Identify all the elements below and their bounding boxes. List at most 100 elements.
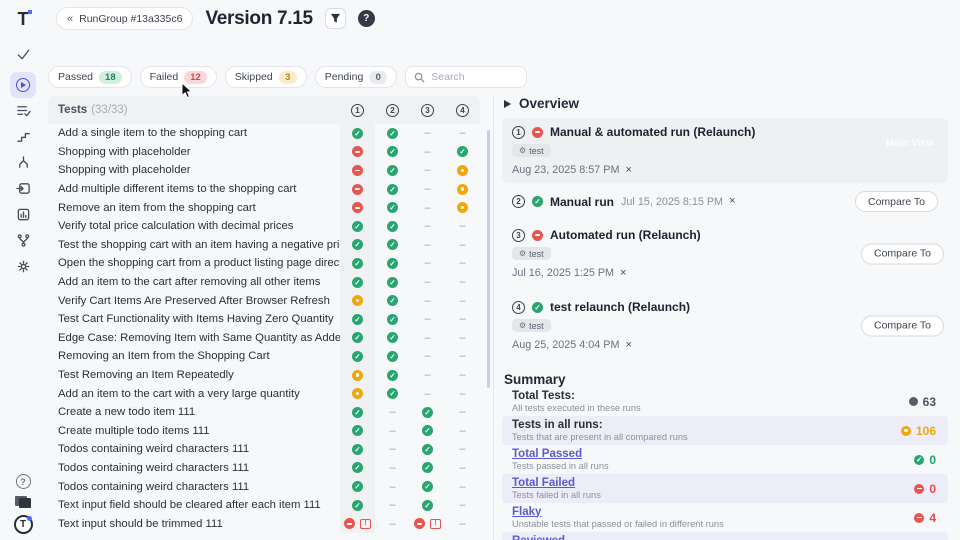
table-row[interactable]: Verify total price calculation with deci… [48,217,480,236]
table-row[interactable]: Text input field should be cleared after… [48,496,480,515]
column-header-run-1[interactable]: 1 [340,104,375,117]
run-item[interactable]: 4test relaunch (Relaunch)⚙testAug 25, 20… [502,293,948,358]
back-to-rungroup-button[interactable]: « RunGroup #13a335c6 [56,7,193,30]
status-passed-icon [352,239,363,250]
sidebar-item-pulse[interactable] [10,128,36,150]
table-row[interactable]: Todos containing weird characters 111 [48,477,480,496]
compare-to-button[interactable]: Compare To [861,315,944,336]
compare-to-button[interactable]: Compare To [855,191,938,212]
status-cell [445,217,480,236]
run-tag[interactable]: ⚙test [512,319,551,332]
status-none-dash [424,295,430,307]
status-passed-icon [387,221,398,232]
table-row[interactable]: Remove an item from the shopping cart [48,198,480,217]
table-row[interactable]: Open the shopping cart from a product li… [48,254,480,273]
column-header-run-2[interactable]: 2 [375,104,410,117]
remove-run-icon[interactable]: × [625,165,631,176]
filter-chip-failed[interactable]: Failed12 [140,66,217,88]
summary-link[interactable]: Total Failed [512,477,601,490]
table-row[interactable]: Text input should be trimmed 111 [48,514,480,533]
folder-icon[interactable] [15,496,31,508]
summary-link[interactable]: Flaky [512,506,724,519]
error-comment-icon[interactable] [360,519,371,529]
status-cell [445,273,480,292]
status-passed-icon [387,332,398,343]
overview-header[interactable]: Overview [502,96,948,111]
sidebar-item-branches[interactable] [10,232,36,254]
circled-number: 4 [456,104,469,117]
help-button[interactable]: ? [358,10,375,27]
error-comment-icon[interactable] [430,519,441,529]
table-row[interactable]: Edge Case: Removing Item with Same Quant… [48,329,480,348]
sidebar-item-reports[interactable] [10,206,36,228]
summary-row-left: Tests in all runs:Tests that are present… [512,419,688,443]
table-row[interactable]: Test Cart Functionality with Items Havin… [48,310,480,329]
run-item[interactable]: 3Automated run (Relaunch)⚙testJul 16, 20… [502,221,948,286]
panel-scrollbar[interactable] [487,130,490,388]
sidebar-item-imports[interactable] [10,180,36,202]
avatar[interactable]: T [14,515,33,534]
run-tag[interactable]: ⚙test [512,144,551,157]
filter-button[interactable] [325,8,346,29]
status-none-dash [389,481,395,493]
table-row[interactable]: Verify Cart Items Are Preserved After Br… [48,291,480,310]
summary-link[interactable]: Reviewed [512,535,683,540]
status-none-dash [459,127,465,139]
summary-count: 106 [916,424,936,438]
summary-label: Tests in all runs: [512,419,688,432]
sidebar-item-runs[interactable] [10,72,36,98]
status-failed-icon [414,518,425,529]
test-name: Create multiple todo items 111 [48,425,340,437]
status-cell [445,198,480,217]
status-cell [375,310,410,329]
table-row[interactable]: Test the shopping cart with an item havi… [48,236,480,255]
app-logo[interactable]: T [18,8,29,30]
table-row[interactable]: Todos containing weird characters 111 [48,440,480,459]
run-item[interactable]: 2Manual runJul 15, 2025 8:15 PM×Compare … [502,189,948,214]
search-input[interactable] [431,71,518,83]
sidebar-item-settings[interactable] [10,258,36,280]
table-row[interactable]: Add multiple different items to the shop… [48,180,480,199]
help-icon[interactable]: ? [16,474,31,489]
status-cell [410,422,445,441]
run-item[interactable]: 1Manual & automated run (Relaunch)⚙testA… [502,118,948,183]
remove-run-icon[interactable]: × [729,196,735,207]
table-row[interactable]: Add an item to the cart with a very larg… [48,384,480,403]
overview-title: Overview [519,96,579,111]
remove-run-icon[interactable]: × [620,268,626,279]
table-row[interactable]: Add an item to the cart after removing a… [48,273,480,292]
filter-chip-skipped[interactable]: Skipped3 [225,66,307,88]
filter-chip-passed[interactable]: Passed18 [48,66,132,88]
table-row[interactable]: Shopping with placeholder [48,143,480,162]
circled-number: 2 [386,104,399,117]
table-row[interactable]: Create a new todo item 111 [48,403,480,422]
table-row[interactable]: Test Removing an Item Repeatedly [48,366,480,385]
filter-chip-count: 3 [279,71,297,84]
summary-header: Summary [502,372,948,387]
table-row[interactable]: Removing an Item from the Shopping Cart [48,347,480,366]
sidebar-item-analytics[interactable] [10,154,36,176]
sidebar-item-plans[interactable] [10,102,36,124]
summary-link[interactable]: Total Passed [512,448,609,461]
run-tag[interactable]: ⚙test [512,247,551,260]
summary-value: 4 [914,511,936,525]
compare-to-button[interactable]: Compare To [861,243,944,264]
status-passed-icon [532,302,543,313]
table-row[interactable]: Shopping with placeholder [48,161,480,180]
status-cell [375,384,410,403]
table-row[interactable]: Add a single item to the shopping cart [48,124,480,143]
status-cell [410,496,445,515]
table-row[interactable]: Todos containing weird characters 111 [48,459,480,478]
column-header-run-4[interactable]: 4 [445,104,480,117]
status-passed-icon [532,196,543,207]
status-skipped-icon [457,202,468,213]
sidebar-item-tests[interactable] [10,46,36,68]
status-cell [375,403,410,422]
summary-description: Unstable tests that passed or failed in … [512,519,724,530]
table-row[interactable]: Create multiple todo items 111 [48,422,480,441]
status-none-dash [459,425,465,437]
remove-run-icon[interactable]: × [625,340,631,351]
column-header-run-3[interactable]: 3 [410,104,445,117]
status-cell [445,161,480,180]
filter-chip-pending[interactable]: Pending0 [315,66,398,88]
